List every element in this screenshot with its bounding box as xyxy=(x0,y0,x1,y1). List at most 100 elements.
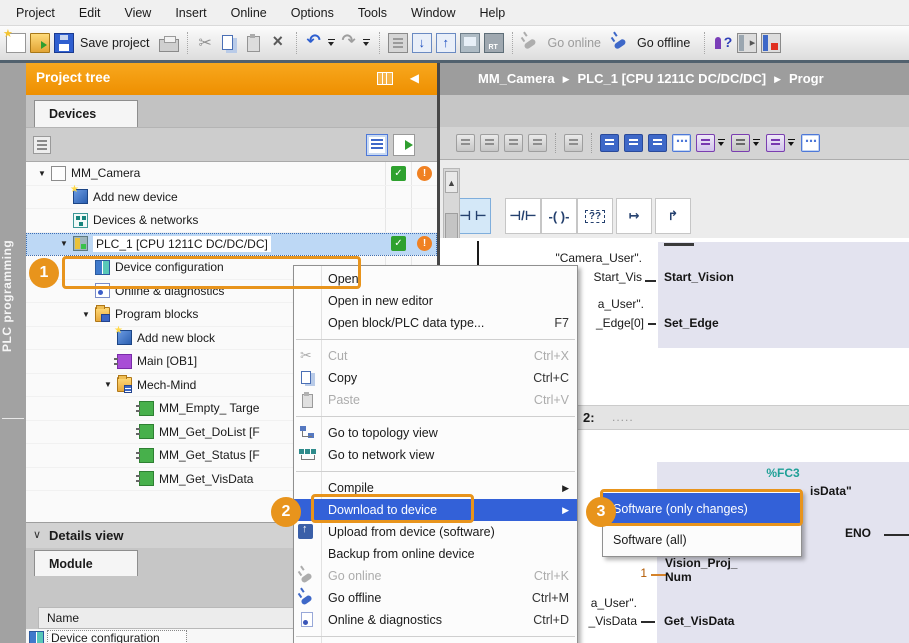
sort-filter-icon[interactable] xyxy=(33,136,51,154)
insert-row-icon[interactable] xyxy=(504,134,523,152)
menu-item-copy[interactable]: CopyCtrl+C xyxy=(294,367,577,389)
open-element-icon[interactable] xyxy=(393,134,415,156)
menu-item-go-offline[interactable]: Go offlineCtrl+M xyxy=(294,587,577,609)
absolute-operands-icon[interactable] xyxy=(600,134,619,152)
tree-row-mm-camera[interactable]: ▼MM_Camera✓! xyxy=(26,162,437,186)
snapshot-values-icon-dropdown[interactable] xyxy=(753,137,761,149)
delete-network-icon[interactable] xyxy=(480,134,499,152)
reset-start-values-icon[interactable] xyxy=(564,134,583,152)
go-offline-button[interactable] xyxy=(611,33,631,53)
block-param[interactable]: Vision_Proj_ xyxy=(665,556,737,570)
block-param[interactable]: Num xyxy=(665,570,692,584)
no-contact-button[interactable]: ⊣ ⊢ xyxy=(455,198,491,234)
start-runtime-icon[interactable] xyxy=(484,33,504,53)
delete-icon[interactable] xyxy=(268,33,288,53)
menu-item-backup-from-online-device[interactable]: Backup from online device xyxy=(294,543,577,565)
download-db-values-icon[interactable] xyxy=(696,134,715,152)
paste-icon[interactable] xyxy=(244,33,264,53)
menu-options[interactable]: Options xyxy=(279,6,346,20)
menu-window[interactable]: Window xyxy=(399,6,467,20)
insert-network-icon[interactable] xyxy=(456,134,475,152)
menu-item-cut[interactable]: CutCtrl+X xyxy=(294,345,577,367)
menu-tools[interactable]: Tools xyxy=(346,6,399,20)
undo-button-dropdown[interactable] xyxy=(327,36,336,50)
open-project-icon[interactable] xyxy=(30,33,50,53)
menu-online[interactable]: Online xyxy=(219,6,279,20)
menu-item-download-to-device[interactable]: Download to device▶ xyxy=(294,499,577,521)
task-card-icon[interactable] xyxy=(761,33,781,53)
expand-networks-icon[interactable] xyxy=(624,134,643,152)
menu-help[interactable]: Help xyxy=(467,6,517,20)
tab-devices[interactable]: Devices xyxy=(34,100,138,127)
load-start-values-icon-dropdown[interactable] xyxy=(788,137,796,149)
undo-button[interactable] xyxy=(305,33,325,53)
menu-item-open-block-plc-data-type[interactable]: Open block/PLC data type...F7 xyxy=(294,312,577,334)
menu-insert[interactable]: Insert xyxy=(163,6,218,20)
menu-item-go-to-network-view[interactable]: Go to network view xyxy=(294,444,577,466)
menu-item-compile[interactable]: Compile▶ xyxy=(294,477,577,499)
collapse-networks-icon[interactable] xyxy=(648,134,667,152)
block-interface-icon[interactable] xyxy=(801,134,820,152)
save-project-button[interactable] xyxy=(54,33,74,53)
download-db-values-icon-dropdown[interactable] xyxy=(718,137,726,149)
download-to-device-icon[interactable] xyxy=(412,33,432,53)
operand-text[interactable]: "Camera_User". xyxy=(520,251,642,265)
menu-project[interactable]: Project xyxy=(4,6,67,20)
accessibility-help-icon[interactable] xyxy=(713,33,733,53)
breadcrumb-item-mm-camera[interactable]: MM_Camera xyxy=(478,71,555,86)
load-start-values-icon[interactable] xyxy=(766,134,785,152)
tree-row-devices-networks[interactable]: Devices & networks xyxy=(26,209,437,233)
add-parameter-icon[interactable] xyxy=(528,134,547,152)
expander-icon[interactable]: ▼ xyxy=(38,169,51,178)
download-selection-icon[interactable] xyxy=(388,33,408,53)
accessible-devices-icon[interactable] xyxy=(460,33,480,53)
empty-box-button[interactable]: ?? xyxy=(577,198,613,234)
nc-contact-button[interactable]: ⊣/⊢ xyxy=(505,198,541,234)
menu-item-open-in-new-editor[interactable]: Open in new editor xyxy=(294,290,577,312)
block-param[interactable]: Start_Vision xyxy=(664,270,734,284)
upload-from-device-icon[interactable] xyxy=(436,33,456,53)
close-branch-button[interactable]: ↱ xyxy=(655,198,691,234)
auto-collapse-icon[interactable] xyxy=(377,72,393,85)
breadcrumb-item-progr[interactable]: Progr xyxy=(789,71,824,86)
redo-button-dropdown[interactable] xyxy=(362,36,371,50)
snapshot-values-icon[interactable] xyxy=(731,134,750,152)
detail-columns-icon[interactable] xyxy=(366,134,388,156)
function-block-1[interactable] xyxy=(658,242,909,348)
network-comments-icon[interactable] xyxy=(672,134,691,152)
tree-row-add-new-device[interactable]: Add new device xyxy=(26,186,437,210)
menu-item-open[interactable]: Open xyxy=(294,268,577,290)
print-icon[interactable] xyxy=(159,39,179,52)
expander-icon[interactable]: ▼ xyxy=(82,310,95,319)
input-value[interactable]: 1 xyxy=(600,566,647,580)
open-branch-button[interactable]: ↦ xyxy=(616,198,652,234)
menu-item-paste[interactable]: PasteCtrl+V xyxy=(294,389,577,411)
details-list-item[interactable]: Device configuration xyxy=(47,630,187,643)
menu-item-upload-from-device-software[interactable]: Upload from device (software) xyxy=(294,521,577,543)
go-online-button[interactable] xyxy=(521,33,541,53)
menu-item-go-to-topology-view[interactable]: Go to topology view xyxy=(294,422,577,444)
scroll-up-button[interactable]: ▲ xyxy=(445,171,458,193)
redo-button[interactable] xyxy=(340,33,360,53)
coil-button[interactable]: -( )- xyxy=(541,198,577,234)
new-project-icon[interactable] xyxy=(6,33,26,53)
name-column-header[interactable]: Name xyxy=(38,607,326,629)
menu-edit[interactable]: Edit xyxy=(67,6,113,20)
save-project-button-label[interactable]: Save project xyxy=(80,36,149,50)
submenu-item-software-all[interactable]: Software (all) xyxy=(603,524,801,555)
window-layout-icon[interactable] xyxy=(737,33,757,53)
block-param[interactable]: Set_Edge xyxy=(664,316,719,330)
block-param[interactable]: Get_VisData xyxy=(664,614,734,628)
breadcrumb-item-plc-1-cpu-1211c-dc-dc-dc[interactable]: PLC_1 [CPU 1211C DC/DC/DC] xyxy=(578,71,767,86)
tab-module[interactable]: Module xyxy=(34,550,138,576)
tree-row-plc-1-cpu-1211c-dc-dc-dc[interactable]: ▼PLC_1 [CPU 1211C DC/DC/DC]✓! xyxy=(26,233,437,257)
collapse-panel-icon[interactable]: ◀ xyxy=(410,71,419,85)
cut-icon[interactable] xyxy=(196,33,216,53)
menu-view[interactable]: View xyxy=(112,6,163,20)
submenu-item-software-only-changes[interactable]: Software (only changes) xyxy=(603,493,801,524)
copy-icon[interactable] xyxy=(220,33,240,53)
go-online-button-label[interactable]: Go online xyxy=(547,36,601,50)
go-offline-button-label[interactable]: Go offline xyxy=(637,36,690,50)
menu-item-go-online[interactable]: Go onlineCtrl+K xyxy=(294,565,577,587)
expander-icon[interactable]: ▼ xyxy=(104,380,117,389)
